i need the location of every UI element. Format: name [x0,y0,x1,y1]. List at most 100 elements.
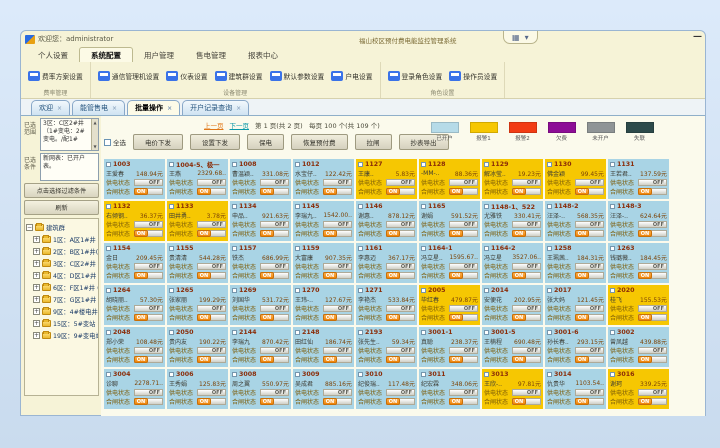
room-card[interactable]: 2048郑小荣108.48元供电状态OFF合闸状态ON [104,327,165,367]
expand-icon[interactable]: + [33,236,40,243]
room-card[interactable]: 2193张先生..59.34元供电状态OFF合闸状态ON [356,327,417,367]
tree-item[interactable]: +15区：5#变站 ( [26,317,97,329]
listbox-scrollbar[interactable]: ▲▼ [91,119,98,150]
close-tab-icon[interactable]: × [57,105,62,112]
room-card[interactable]: 1154金日209.45元供电状态OFF合闸状态ON [104,243,165,283]
room-card[interactable]: 1004-5、极一王燕2329.68..供电状态OFF合闸状态ON [167,159,228,199]
room-card[interactable]: 1128-MM-..88.36元供电状态OFF合闸状态ON [419,159,480,199]
toolbar-button-保电[interactable]: 保电 [247,134,284,150]
card-checkbox[interactable] [232,204,237,209]
card-checkbox[interactable] [610,330,615,335]
card-checkbox[interactable] [484,162,489,167]
expand-icon[interactable]: + [33,320,40,327]
card-checkbox[interactable] [547,162,552,167]
select-all[interactable]: 全选 [104,137,126,147]
card-checkbox[interactable] [484,372,489,377]
card-checkbox[interactable] [169,204,174,209]
room-card[interactable]: 2050贵内友190.22元供电状态OFF合闸状态ON [167,327,228,367]
card-checkbox[interactable] [295,162,300,167]
room-card[interactable]: 1161李惠迈367.17元供电状态OFF合闸状态ON [356,243,417,283]
room-card[interactable]: 1003王爱春148.94元供电状态OFF合闸状态ON [104,159,165,199]
doc-tab-能管售电[interactable]: 能管售电× [72,100,125,115]
expand-icon[interactable]: + [33,284,40,291]
expand-icon[interactable]: + [33,248,40,255]
select-all-checkbox[interactable] [104,139,111,146]
card-checkbox[interactable] [547,246,552,251]
card-checkbox[interactable] [358,204,363,209]
card-checkbox[interactable] [421,162,426,167]
toolbar-button-设置下发[interactable]: 设置下发 [190,134,240,150]
room-card[interactable]: 3001-6孙长春..293.15元供电状态OFF合闸状态ON [545,327,606,367]
card-checkbox[interactable] [295,246,300,251]
room-card[interactable]: 3001-5王楠程690.48元供电状态OFF合闸状态ON [482,327,543,367]
card-checkbox[interactable] [358,288,363,293]
room-card[interactable]: 1130佛金颖99.45元供电状态OFF合闸状态ON [545,159,606,199]
room-card[interactable]: 1145李瑞九..1542.00..供电状态OFF合闸状态ON [293,201,354,241]
close-tab-icon[interactable]: × [112,105,117,112]
card-checkbox[interactable] [295,204,300,209]
card-checkbox[interactable] [169,246,174,251]
card-checkbox[interactable] [169,162,174,167]
room-card[interactable]: 1148-1、522尤雅铁330.41元供电状态OFF合闸状态ON [482,201,543,241]
card-checkbox[interactable] [358,330,363,335]
card-checkbox[interactable] [547,372,552,377]
room-card[interactable]: 1134申品..921.63元供电状态OFF合闸状态ON [230,201,291,241]
card-checkbox[interactable] [358,246,363,251]
card-checkbox[interactable] [484,330,489,335]
room-card[interactable]: 3014仇贵华1103.54..供电状态OFF合闸状态ON [545,369,606,409]
expand-icon[interactable]: + [33,332,40,339]
room-card[interactable]: 1131王若君..137.59元供电状态OFF合闸状态ON [608,159,669,199]
prev-page-link[interactable]: 上一页 [204,122,224,130]
ribbon-item-默认参数设置[interactable]: 默认参数设置 [270,71,325,81]
room-card[interactable]: 1258王珮茜..184.31元供电状态OFF合闸状态ON [545,243,606,283]
room-card[interactable]: 1146谢惠..878.12元供电状态OFF合闸状态ON [356,201,417,241]
tree-item[interactable]: +2区：B区1#井(别 [26,245,97,257]
room-card[interactable]: 3006王秀娟125.83元供电状态OFF合闸状态ON [167,369,228,409]
tree-item[interactable]: +9区：4#楼电井 ( [26,305,97,317]
expand-icon[interactable]: + [33,296,40,303]
room-card[interactable]: 1264胡晓丽..57.30元供电状态OFF合闸状态ON [104,285,165,325]
card-checkbox[interactable] [169,372,174,377]
card-checkbox[interactable] [610,204,615,209]
card-checkbox[interactable] [106,288,111,293]
room-card[interactable]: 3002曾凤越439.88元供电状态OFF合闸状态ON [608,327,669,367]
ribbon-item-费率方案设置[interactable]: 费率方案设置 [28,71,83,81]
card-checkbox[interactable] [106,330,111,335]
room-card[interactable]: 1270王玮-..127.67元供电状态OFF合闸状态ON [293,285,354,325]
room-card[interactable]: 1132右倾钢..36.37元供电状态OFF合闸状态ON [104,201,165,241]
refresh-button[interactable]: 刷新 [24,200,99,215]
card-checkbox[interactable] [610,372,615,377]
card-checkbox[interactable] [106,372,111,377]
room-card[interactable]: 1263钱璐薇..184.45元供电状态OFF合闸状态ON [608,243,669,283]
room-card[interactable]: 3011纪宏霖348.06元供电状态OFF合闸状态ON [419,369,480,409]
room-card[interactable]: 1008曹温颖..331.08元供电状态OFF合闸状态ON [230,159,291,199]
ribbon-item-操作员设置[interactable]: 操作员设置 [449,71,497,81]
ribbon-item-户电设置[interactable]: 户电设置 [331,71,372,81]
expand-icon[interactable]: + [33,272,40,279]
room-card[interactable]: 3010纪俊瑞..117.48元供电状态OFF合闸状态ON [356,369,417,409]
card-checkbox[interactable] [421,288,426,293]
card-checkbox[interactable] [358,162,363,167]
room-card[interactable]: 1164-1冯立星..1595.67..供电状态OFF合闸状态ON [419,243,480,283]
tree-item[interactable]: +4区：D区1#井 ( [26,269,97,281]
card-checkbox[interactable] [106,204,111,209]
card-checkbox[interactable] [610,288,615,293]
expand-icon[interactable]: + [33,308,40,315]
room-card[interactable]: 1127王康..5.83元供电状态OFF合闸状态ON [356,159,417,199]
card-checkbox[interactable] [421,372,426,377]
choose-filter-button[interactable]: 点击选择过滤条件 [24,183,99,198]
tree-item[interactable]: +7区：G区1#井 [26,293,97,305]
card-checkbox[interactable] [106,162,111,167]
selected-range-listbox[interactable]: ▲▼ 3区：C区2#井（1#变电：2#变电。/配1# [40,118,99,151]
room-card[interactable]: 3013王欣-..97.81元供电状态OFF合闸状态ON [482,369,543,409]
minimize-button[interactable]: — [693,33,702,42]
card-checkbox[interactable] [547,330,552,335]
room-card[interactable]: 1165谢娟591.52元供电状态OFF合闸状态ON [419,201,480,241]
card-checkbox[interactable] [169,330,174,335]
card-checkbox[interactable] [547,204,552,209]
tree-item[interactable]: +1区：A区1#井 [26,233,97,245]
skin-selector[interactable]: ▦▾ [503,31,538,44]
card-checkbox[interactable] [358,372,363,377]
room-card[interactable]: 2014安便花202.95元供电状态OFF合闸状态ON [482,285,543,325]
toolbar-button-拉闸[interactable]: 拉闸 [355,134,392,150]
